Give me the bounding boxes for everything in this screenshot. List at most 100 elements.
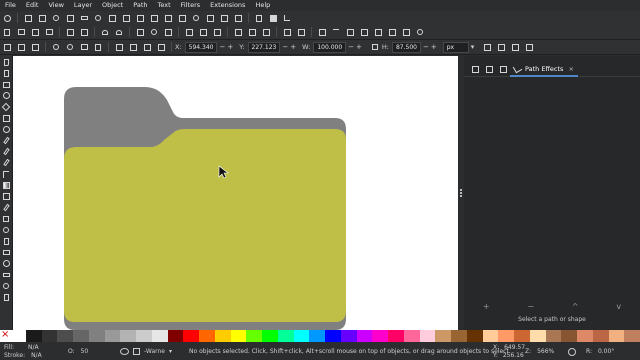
x-input[interactable]: 594.340 [184, 41, 218, 53]
palette-swatch[interactable] [356, 330, 373, 342]
stepper-icon[interactable]: + [290, 43, 296, 51]
menu-extensions[interactable]: Extensions [205, 0, 250, 11]
snap-text-icon[interactable] [122, 14, 131, 23]
palette-swatch[interactable] [608, 330, 625, 342]
palette-swatch[interactable] [230, 330, 247, 342]
opacity-value[interactable]: 50 [81, 348, 89, 355]
objects-icon[interactable] [374, 28, 383, 37]
palette-swatch[interactable] [73, 330, 89, 342]
palette-swatch[interactable] [529, 330, 546, 342]
gradient-tool-icon[interactable] [2, 181, 10, 189]
rotate-ccw-icon[interactable] [52, 43, 61, 52]
select-all-icon[interactable] [3, 43, 12, 52]
menu-filters[interactable]: Filters [176, 0, 205, 11]
redo-icon[interactable] [115, 28, 124, 37]
move-patterns-icon[interactable] [525, 43, 534, 52]
stepper-icon[interactable]: − [348, 43, 354, 51]
chevron-down-icon[interactable]: ▾ [471, 43, 475, 51]
move-up-button[interactable]: ^ [572, 302, 579, 311]
print-icon[interactable] [45, 28, 54, 37]
layers-tab-icon[interactable] [482, 63, 496, 76]
palette-swatch[interactable] [246, 330, 262, 342]
snap-page-icon[interactable] [136, 14, 145, 23]
menu-help[interactable]: Help [250, 0, 275, 11]
undo-icon[interactable] [3, 14, 12, 23]
fill-icon[interactable] [269, 14, 278, 23]
menu-file[interactable]: File [0, 0, 21, 11]
rectangle-tool-icon[interactable] [2, 81, 10, 89]
node-tool-icon[interactable] [2, 69, 10, 77]
new-document-icon[interactable] [3, 28, 12, 37]
chevron-down-icon[interactable]: ▾ [169, 348, 172, 355]
stepper-icon[interactable]: + [227, 43, 233, 51]
copy-icon[interactable] [136, 28, 145, 37]
corner-icon[interactable] [283, 14, 292, 23]
add-effect-button[interactable]: + [483, 302, 490, 311]
close-icon[interactable]: × [568, 65, 573, 73]
snap-tangent-icon[interactable] [234, 14, 243, 23]
palette-swatch[interactable] [88, 330, 105, 342]
group-icon[interactable] [283, 28, 292, 37]
palette-swatch[interactable] [104, 330, 121, 342]
stroke-value[interactable]: N/A [31, 352, 42, 359]
palette-swatch[interactable] [372, 330, 388, 342]
drawing-canvas[interactable] [13, 56, 458, 330]
tab-path-effects[interactable]: Path Effects × [510, 63, 578, 77]
unlink-clone-icon[interactable] [262, 28, 271, 37]
stepper-icon[interactable]: + [356, 43, 362, 51]
snap-midpoint-icon[interactable] [80, 14, 89, 23]
scale-corners-icon[interactable] [497, 43, 506, 52]
page-icon[interactable] [255, 14, 264, 23]
palette-swatch[interactable] [262, 330, 278, 342]
fill-stroke-tab-icon[interactable] [468, 63, 482, 76]
palette-swatch[interactable] [466, 330, 483, 342]
layers-icon[interactable] [360, 28, 369, 37]
palette-swatch[interactable] [41, 330, 58, 342]
move-down-button[interactable]: v [616, 302, 621, 311]
rotate-icon[interactable] [568, 348, 576, 356]
palette-swatch[interactable] [57, 330, 73, 342]
snap-nodes-icon[interactable] [52, 14, 61, 23]
palette-swatch[interactable] [214, 330, 231, 342]
palette-swatch[interactable] [277, 330, 294, 342]
export-icon[interactable] [80, 28, 89, 37]
palette-swatch[interactable] [136, 330, 152, 342]
palette-swatch[interactable] [482, 330, 499, 342]
selector-tool-icon[interactable] [2, 58, 10, 66]
ellipse-tool-icon[interactable] [2, 92, 10, 100]
no-paint-swatch[interactable]: × [0, 329, 10, 342]
unit-select[interactable]: px ▾ [442, 41, 475, 53]
snap-grid-icon[interactable] [150, 14, 159, 23]
duplicate-icon[interactable] [234, 28, 243, 37]
snap-toggle-icon[interactable] [24, 14, 33, 23]
snap-intersection-icon[interactable] [178, 14, 187, 23]
palette-swatch[interactable] [309, 330, 325, 342]
menu-object[interactable]: Object [97, 0, 128, 11]
folder-front-shape[interactable] [64, 129, 346, 322]
xml-editor-icon[interactable] [346, 28, 355, 37]
palette-swatch[interactable] [293, 330, 310, 342]
ungroup-icon[interactable] [297, 28, 306, 37]
palette-swatch[interactable] [25, 330, 42, 342]
connector-tool-icon[interactable] [2, 260, 10, 268]
snap-perp-icon[interactable] [220, 14, 229, 23]
preferences-icon[interactable] [416, 28, 425, 37]
palette-swatch[interactable] [514, 330, 530, 342]
palette-swatch[interactable] [388, 330, 404, 342]
align-tab-icon[interactable] [496, 63, 510, 76]
move-gradients-icon[interactable] [511, 43, 520, 52]
palette-swatch[interactable] [10, 330, 26, 342]
menu-view[interactable]: View [43, 0, 68, 11]
lower-bottom-icon[interactable] [157, 43, 166, 52]
snap-cusp-icon[interactable] [206, 14, 215, 23]
cut-icon[interactable] [150, 28, 159, 37]
rotate-cw-icon[interactable] [66, 43, 75, 52]
fill-stroke-icon[interactable] [318, 28, 327, 37]
snap-smooth-icon[interactable] [192, 14, 201, 23]
transform-icon[interactable] [402, 28, 411, 37]
palette-swatch[interactable] [403, 330, 420, 342]
menu-edit[interactable]: Edit [21, 0, 44, 11]
layer-selector[interactable]: -Warne ▾ [144, 348, 172, 355]
snap-bbox-icon[interactable] [38, 14, 47, 23]
y-input[interactable]: 227.123 [247, 41, 281, 53]
